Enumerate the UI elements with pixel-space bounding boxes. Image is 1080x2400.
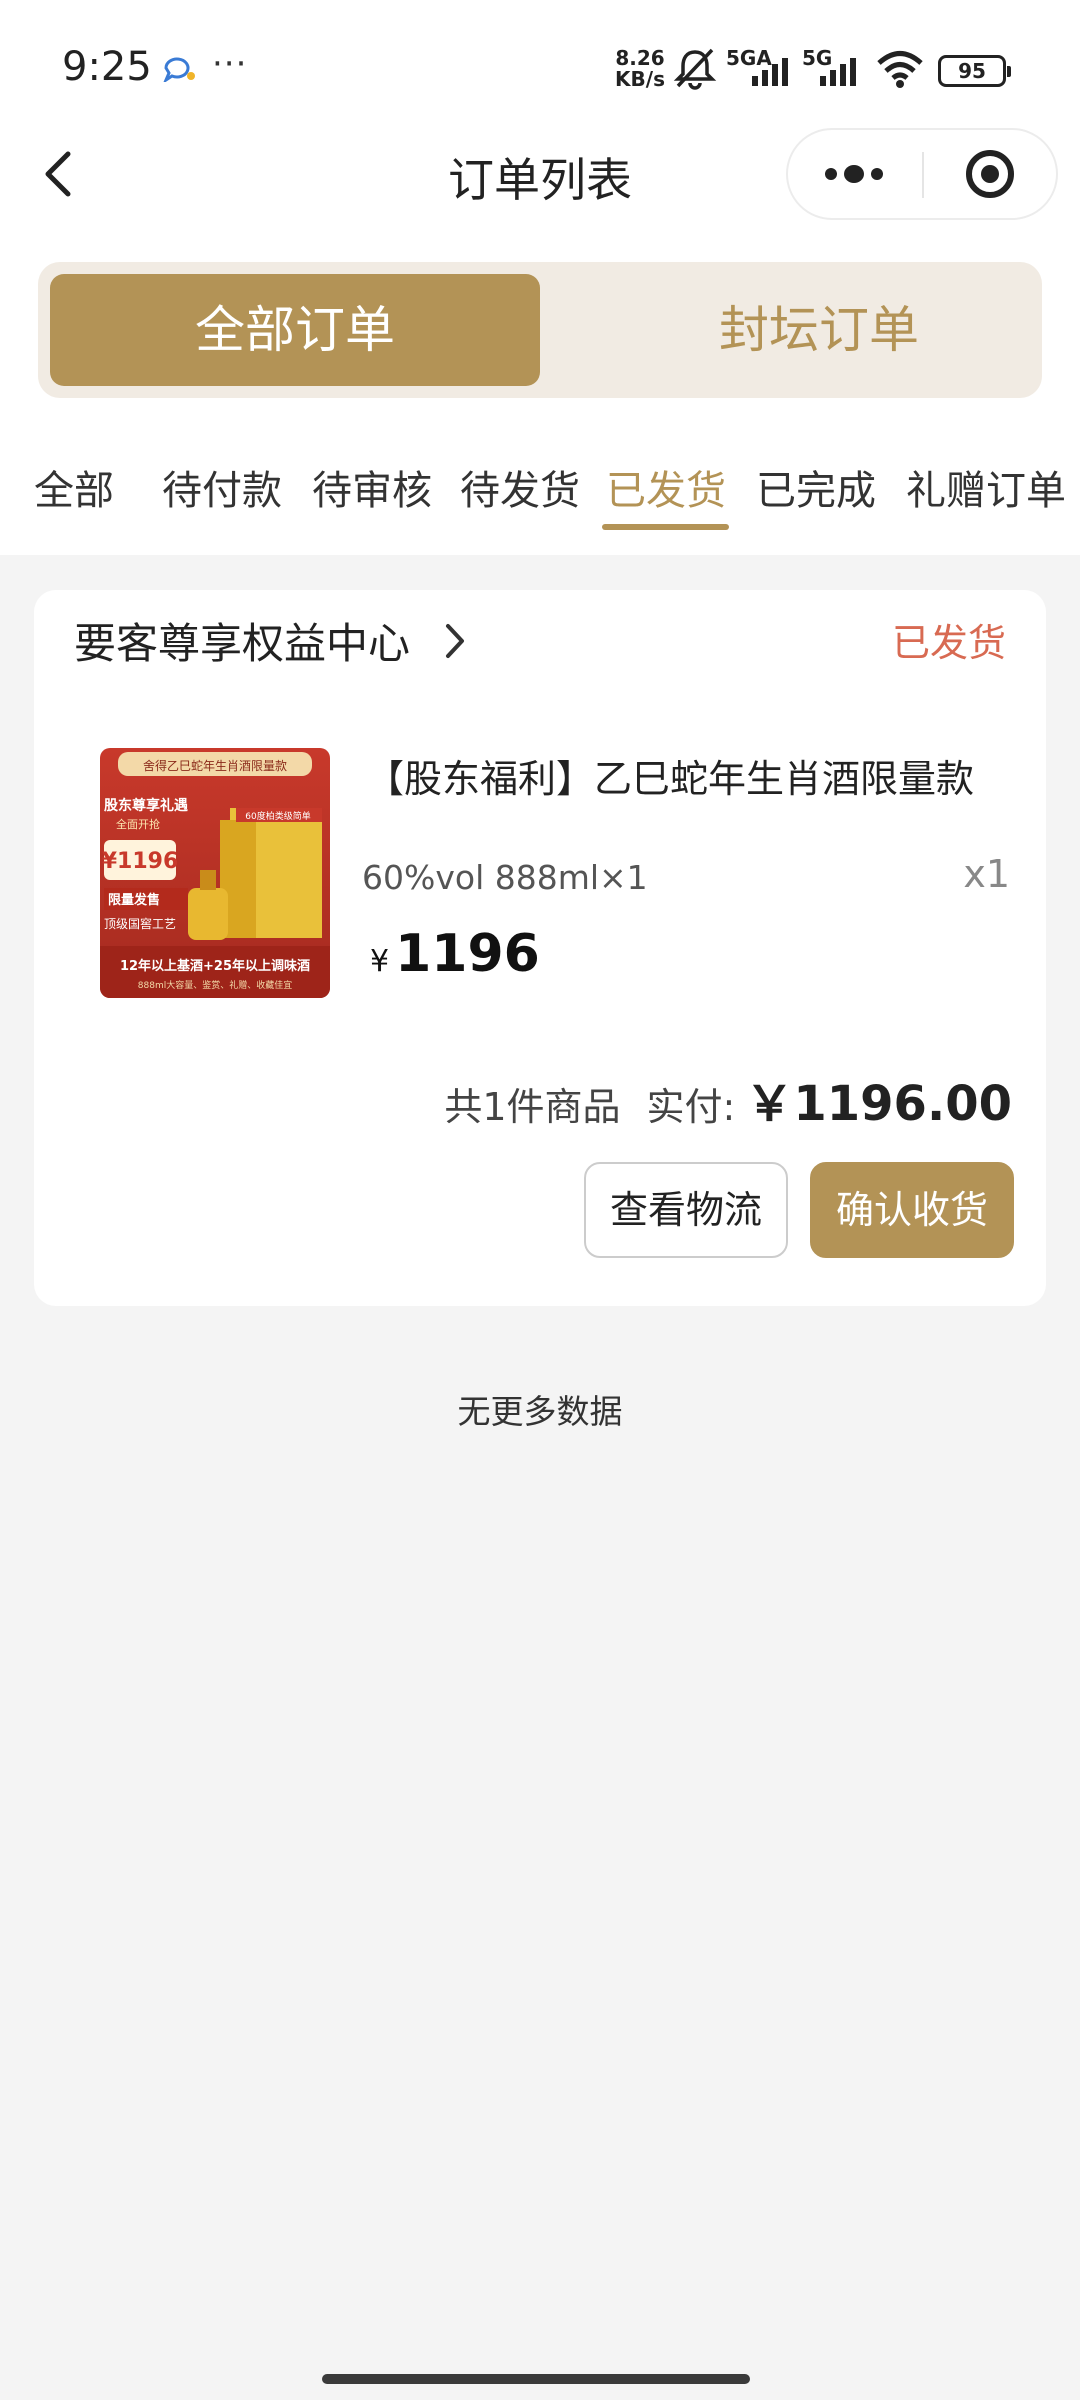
- order-card[interactable]: 要客尊享权益中心 已发货 舍得乙巳蛇年生肖酒限量款 60度柏类级简单 股东尊享礼…: [34, 590, 1046, 1306]
- chevron-right-icon[interactable]: [444, 622, 466, 660]
- image-banner-text: 舍得乙巳蛇年生肖酒限量款: [143, 758, 287, 773]
- paid-label: 实付:: [646, 1085, 736, 1129]
- chat-bubble-icon: [163, 57, 195, 82]
- close-target-icon[interactable]: [924, 130, 1058, 218]
- image-sub-text: 888ml大容量、鉴赏、礼赠、收藏佳宜: [138, 979, 292, 991]
- order-status-badge: 已发货: [891, 621, 1006, 665]
- order-summary: 共1件商品 实付: ￥1196.00: [444, 1064, 1012, 1134]
- product-quantity: x1: [963, 852, 1010, 896]
- no-more-data-text: 无更多数据: [457, 1392, 623, 1431]
- status-bar: 9:25 ··· 8.26 KB/s 5GA 5G 95: [0, 0, 1080, 130]
- battery-level: 95: [958, 59, 986, 83]
- tab-pending-shipment[interactable]: 待发货: [460, 458, 580, 516]
- tab-gift-orders[interactable]: 礼赠订单: [906, 458, 1066, 516]
- image-bottom-text: 12年以上基酒+25年以上调味酒: [120, 958, 310, 974]
- more-menu-icon[interactable]: [788, 130, 922, 218]
- view-logistics-button[interactable]: 查看物流: [584, 1162, 788, 1258]
- image-gift-text: 股东尊享礼遇: [104, 797, 188, 814]
- network-speed: 8.26 KB/s: [612, 48, 668, 90]
- active-tab-indicator: [602, 524, 729, 530]
- price-currency-symbol: ¥: [370, 944, 390, 979]
- network-speed-unit: KB/s: [615, 67, 665, 91]
- product-title[interactable]: 【股东福利】乙巳蛇年生肖酒限量款: [366, 748, 1026, 803]
- tab-all[interactable]: 全部: [34, 458, 114, 516]
- network-speed-value: 8.26: [615, 46, 665, 70]
- image-limited-text: 限量发售: [108, 892, 160, 908]
- image-start-text: 全面开抢: [116, 817, 160, 831]
- mini-program-capsule: [786, 128, 1058, 220]
- tab-pending-payment[interactable]: 待付款: [162, 458, 282, 516]
- product-image[interactable]: 舍得乙巳蛇年生肖酒限量款 60度柏类级简单 股东尊享礼遇 全面开抢 ¥1196 …: [100, 748, 330, 998]
- status-more-dots: ···: [212, 44, 248, 84]
- shop-name[interactable]: 要客尊享权益中心: [74, 610, 410, 671]
- tab-pending-review[interactable]: 待审核: [312, 458, 432, 516]
- status-time: 9:25: [62, 44, 152, 90]
- image-price-text: ¥1196: [102, 849, 179, 874]
- segment-sealed-jar-orders[interactable]: 封坛订单: [574, 274, 1064, 386]
- signal-icon-2: [820, 58, 856, 86]
- mute-bell-icon: [673, 48, 717, 90]
- battery-icon: 95: [938, 55, 1011, 87]
- product-price: ¥1196: [370, 924, 540, 984]
- tab-shipped[interactable]: 已发货: [606, 458, 726, 516]
- signal-icon-1: [752, 58, 788, 86]
- wifi-icon: [877, 51, 923, 88]
- image-craft-text: 顶级国窖工艺: [104, 916, 176, 931]
- paid-amount: ￥1196.00: [745, 1076, 1012, 1132]
- item-count: 共1件商品: [444, 1085, 621, 1129]
- order-type-segment: 全部订单 封坛订单: [38, 262, 1042, 398]
- image-tag-text: 60度柏类级简单: [245, 810, 310, 822]
- status-tabs: 全部 待付款 待审核 待发货 已发货 已完成 礼赠订单: [0, 458, 1080, 538]
- price-value: 1196: [395, 924, 540, 984]
- confirm-receipt-button[interactable]: 确认收货: [810, 1162, 1014, 1258]
- home-indicator[interactable]: [322, 2374, 750, 2384]
- tab-completed[interactable]: 已完成: [756, 458, 876, 516]
- segment-all-orders[interactable]: 全部订单: [50, 274, 540, 386]
- product-spec: 60%vol 888ml×1: [362, 858, 648, 897]
